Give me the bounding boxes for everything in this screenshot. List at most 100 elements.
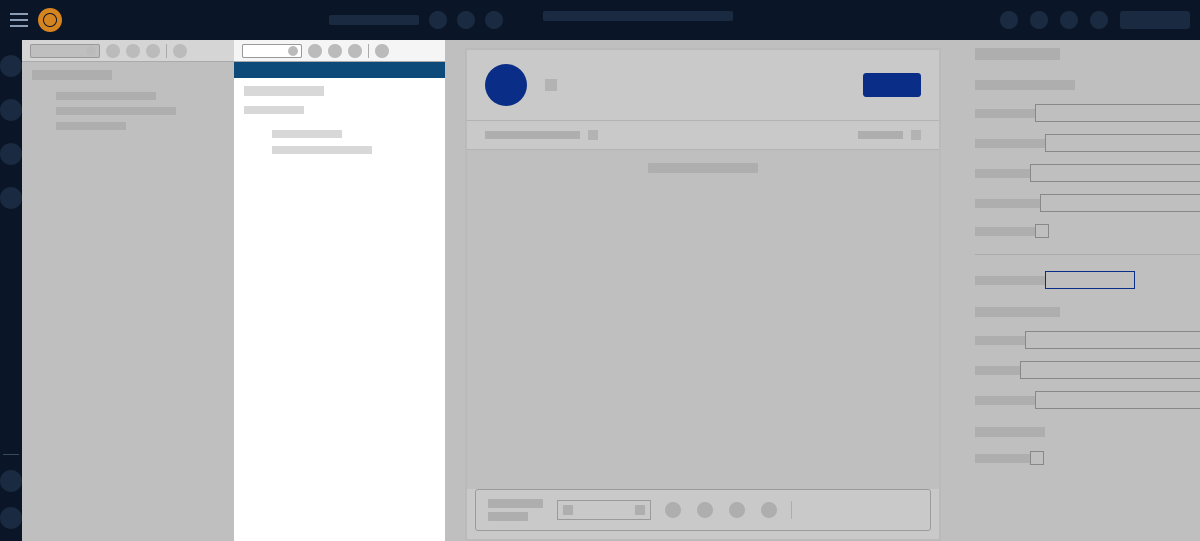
prop-label-w [975, 169, 1030, 178]
prop-row [975, 164, 1200, 182]
nav-home-icon[interactable] [0, 55, 22, 77]
nav-search-icon[interactable] [0, 143, 22, 165]
top-notification-icon[interactable] [1000, 11, 1018, 29]
breadcrumb-text[interactable] [329, 15, 419, 25]
editor-footer [475, 489, 931, 531]
editor-panel [445, 40, 961, 541]
footer-label-2 [488, 512, 528, 521]
rail-bottom-group [0, 454, 22, 529]
grid-toggle-icon[interactable] [761, 502, 777, 518]
pages-selected-item[interactable] [234, 62, 445, 78]
prop-row [975, 361, 1200, 379]
editor-title[interactable] [545, 79, 557, 91]
pages-subsection [244, 106, 304, 114]
prop-label-opacity [975, 276, 1045, 285]
outline-panel [22, 40, 234, 541]
prop-row [975, 194, 1200, 212]
footer-label-group [488, 499, 543, 521]
zoom-dropdown[interactable] [557, 500, 651, 520]
nav-help-icon[interactable] [0, 470, 22, 492]
top-center-left [329, 11, 503, 29]
prop-input-y[interactable] [1045, 134, 1200, 152]
prop-input-x[interactable] [1035, 104, 1200, 122]
prop-row [975, 451, 1200, 465]
divider [791, 501, 792, 519]
left-nav-rail [0, 40, 22, 541]
pages-add-icon[interactable] [308, 44, 322, 58]
zoom-in-icon[interactable] [697, 502, 713, 518]
editor-header [467, 50, 939, 120]
hamburger-icon[interactable] [10, 13, 28, 27]
prop-row [975, 134, 1200, 152]
pages-item[interactable] [272, 130, 342, 138]
pages-filter-icon[interactable] [328, 44, 342, 58]
pages-search-input[interactable] [242, 44, 302, 58]
pages-item[interactable] [272, 146, 372, 154]
prop-row [975, 224, 1200, 238]
top-help-icon[interactable] [1060, 11, 1078, 29]
outline-search-input[interactable] [30, 44, 100, 58]
app-logo[interactable] [38, 8, 62, 32]
editor-tabs [467, 120, 939, 150]
nav-settings-icon[interactable] [0, 187, 22, 209]
outline-toolbar [22, 40, 234, 62]
outline-item[interactable] [56, 92, 156, 100]
divider [368, 44, 369, 58]
outline-add-icon[interactable] [106, 44, 120, 58]
divider [166, 44, 167, 58]
editor-subheader-text [648, 163, 758, 173]
prop-label-size [975, 366, 1020, 375]
hand-tool-icon[interactable] [729, 502, 745, 518]
editor-subheader [467, 150, 939, 186]
top-profile-button[interactable] [1120, 11, 1190, 29]
nav-files-icon[interactable] [0, 99, 22, 121]
share-button[interactable] [863, 73, 921, 97]
top-action-1-icon[interactable] [429, 11, 447, 29]
outline-body [22, 62, 234, 145]
outline-item[interactable] [56, 107, 176, 115]
top-action-2-icon[interactable] [457, 11, 475, 29]
top-center-group [72, 11, 990, 29]
outline-filter-icon[interactable] [126, 44, 140, 58]
editor-avatar-icon[interactable] [485, 64, 527, 106]
editor-card [465, 48, 941, 541]
pages-more-icon[interactable] [375, 44, 389, 58]
editor-canvas[interactable] [467, 186, 939, 489]
inspector-panel [961, 40, 1200, 541]
pages-sort-icon[interactable] [348, 44, 362, 58]
prop-label-y [975, 139, 1045, 148]
prop-input-weight[interactable] [1035, 391, 1200, 409]
prop-input-h[interactable] [1040, 194, 1200, 212]
editor-tab-1-label [485, 131, 580, 139]
tab-indicator-icon [588, 130, 598, 140]
prop-checkbox-visible[interactable] [1035, 224, 1049, 238]
top-right-group [1000, 11, 1190, 29]
prop-input-size[interactable] [1020, 361, 1200, 379]
zoom-out-icon[interactable] [665, 502, 681, 518]
prop-input-font[interactable] [1025, 331, 1200, 349]
prop-row [975, 271, 1200, 289]
document-title[interactable] [543, 11, 733, 21]
pages-toolbar [234, 40, 445, 62]
top-chat-icon[interactable] [1030, 11, 1048, 29]
pages-section-title [244, 86, 324, 96]
prop-input-opacity[interactable] [1045, 271, 1135, 289]
top-action-3-icon[interactable] [485, 11, 503, 29]
prop-checkbox-color[interactable] [1030, 451, 1044, 465]
outline-sort-icon[interactable] [146, 44, 160, 58]
editor-tab-1[interactable] [485, 130, 598, 140]
pages-panel [234, 40, 445, 541]
prop-input-w[interactable] [1030, 164, 1200, 182]
nav-account-icon[interactable] [0, 507, 22, 529]
outline-more-icon[interactable] [173, 44, 187, 58]
prop-label-weight [975, 396, 1035, 405]
prop-label-visible [975, 227, 1035, 236]
editor-header-left [485, 64, 557, 106]
outline-item[interactable] [56, 122, 126, 130]
divider [975, 254, 1200, 255]
top-avatar-icon[interactable] [1090, 11, 1108, 29]
prop-label-font [975, 336, 1025, 345]
editor-tab-2[interactable] [858, 130, 921, 140]
prop-label-color [975, 454, 1030, 463]
outline-section-title [32, 70, 112, 80]
